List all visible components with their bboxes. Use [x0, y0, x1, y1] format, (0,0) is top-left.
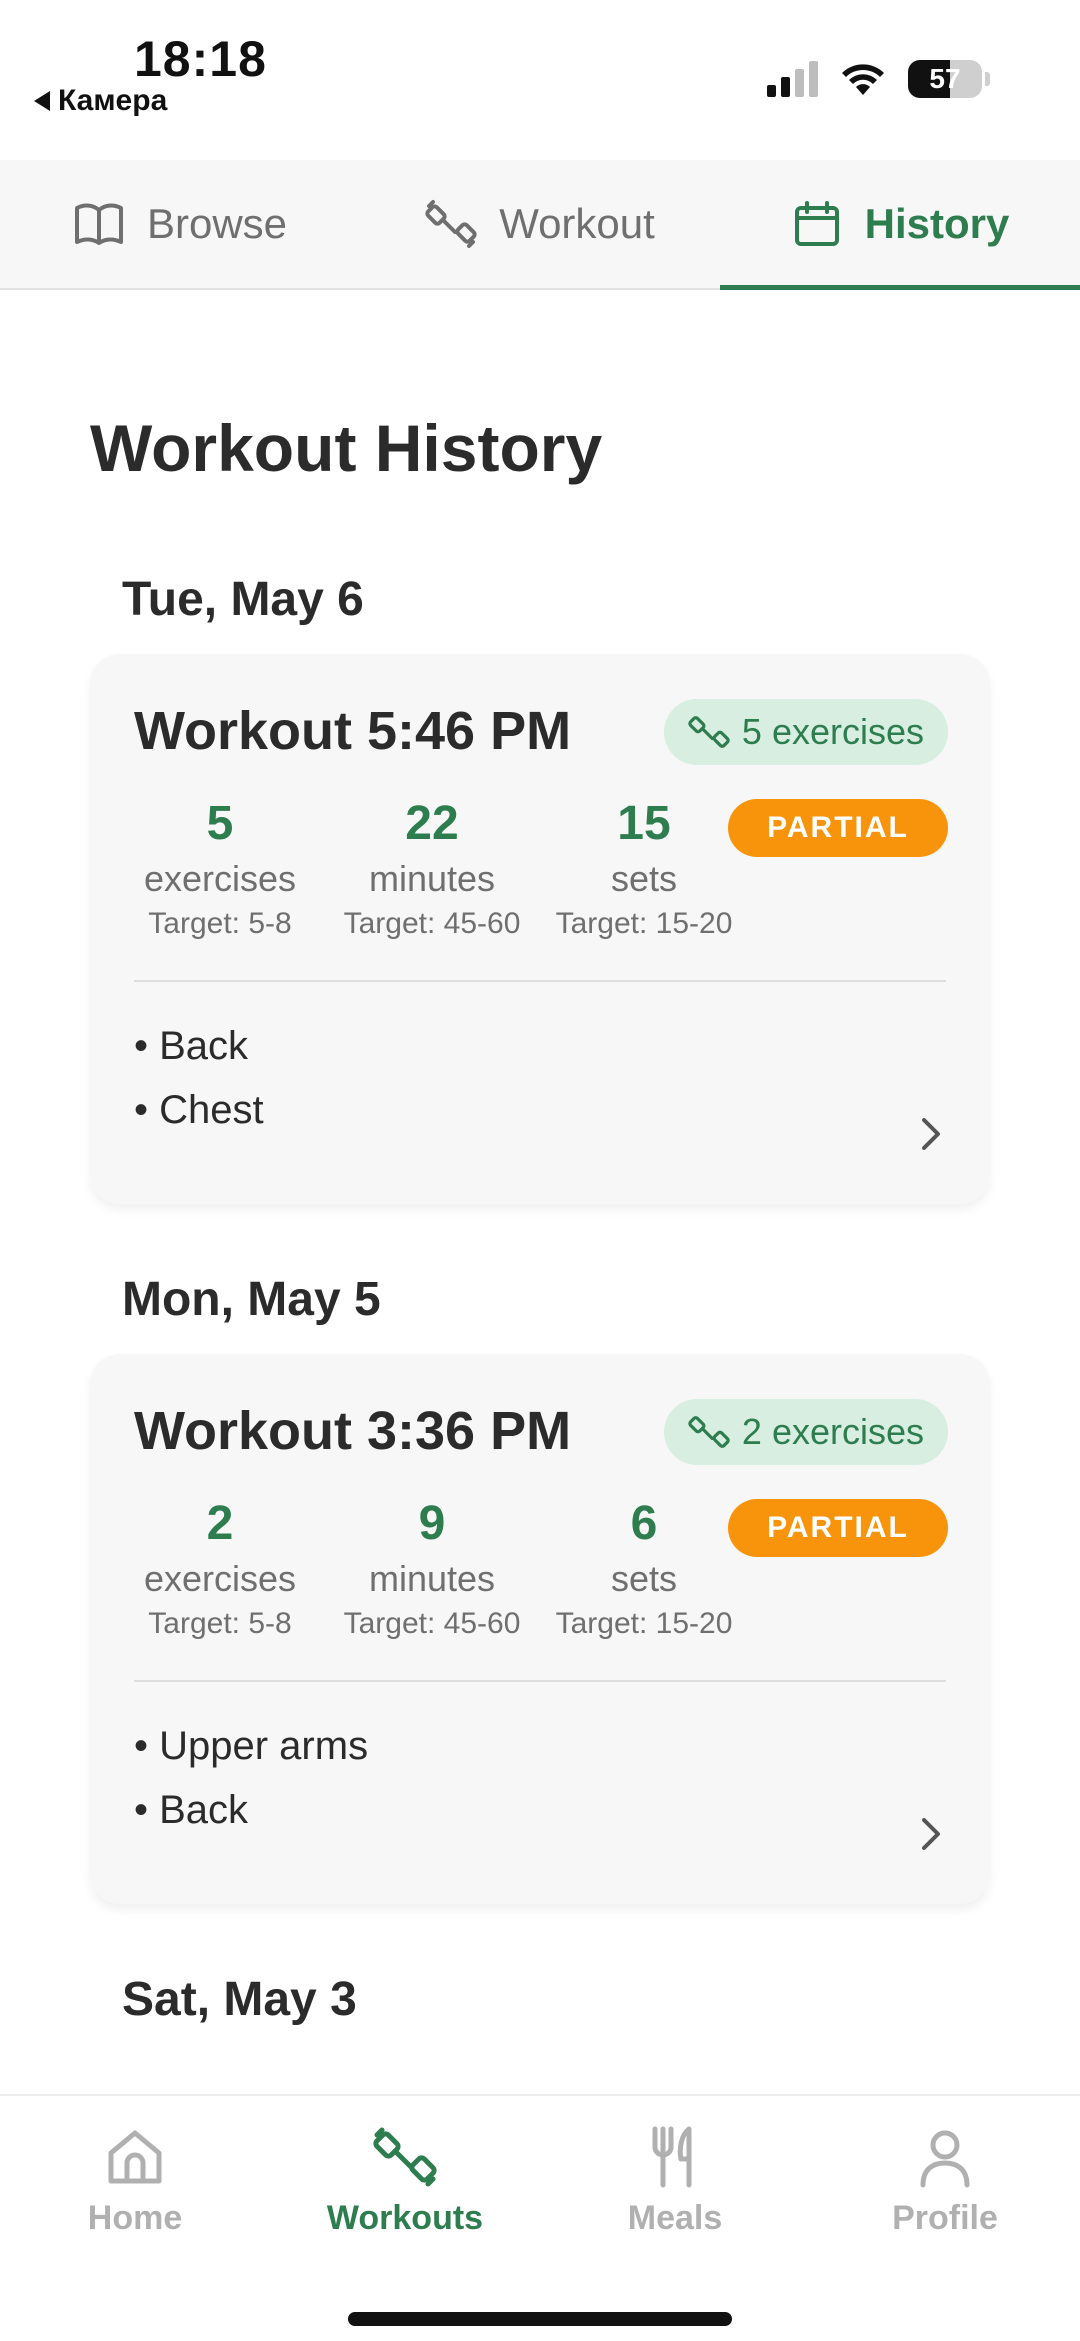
battery-icon: 57	[908, 60, 990, 98]
divider	[134, 1680, 946, 1682]
stat-label: minutes	[368, 858, 496, 899]
dumbbell-icon	[688, 716, 730, 748]
divider	[134, 980, 946, 982]
fork-knife-icon	[652, 2126, 692, 2187]
dumbbell-icon	[373, 2127, 437, 2186]
stat-target: Target: 5-8	[148, 907, 292, 940]
muscle-group-item: • Chest	[134, 1088, 264, 1132]
stat-label: exercises	[143, 1558, 297, 1599]
tab-workout-label: Workout	[499, 200, 655, 247]
stat-target: Target: 45-60	[343, 1607, 521, 1640]
stat-value: 6	[630, 1497, 658, 1550]
muscle-group-item: • Back	[134, 1024, 249, 1068]
bottom-nav: Home Workouts Meals Profile	[0, 2094, 1080, 2341]
exercise-count-badge: 2 exercises	[663, 1399, 948, 1465]
workout-card[interactable]: Workout 3:36 PM 2 exercises PARTIAL 2 ex…	[90, 1354, 990, 1904]
calendar-icon	[794, 201, 839, 246]
status-badge: PARTIAL	[728, 799, 948, 857]
nav-home[interactable]: Home	[0, 2096, 270, 2246]
stat-label: sets	[610, 858, 678, 899]
date-heading: Mon, May 5	[122, 1273, 381, 1326]
tab-browse[interactable]: Browse	[0, 160, 360, 288]
stat-label: sets	[610, 1558, 678, 1599]
stat-target: Target: 5-8	[148, 1607, 292, 1640]
stat-target: Target: 15-20	[555, 1607, 733, 1640]
status-badge: PARTIAL	[728, 1499, 948, 1557]
tab-browse-label: Browse	[146, 200, 288, 247]
stat-value: 5	[206, 797, 234, 850]
status-indicators: 57	[767, 60, 990, 98]
nav-home-label: Home	[87, 2198, 183, 2237]
stat-minutes: 9 minutes Target: 45-60	[322, 1494, 542, 1644]
battery-level: 57	[929, 63, 961, 94]
workout-title: Workout 3:36 PM	[134, 1401, 572, 1461]
status-time: 18:18	[134, 31, 267, 87]
wifi-icon	[842, 64, 884, 95]
chevron-right-icon[interactable]	[916, 1114, 946, 1154]
dumbbell-icon	[425, 200, 477, 248]
tab-history[interactable]: History	[720, 160, 1080, 290]
home-icon	[108, 2130, 162, 2183]
exercise-count-badge: 5 exercises	[663, 699, 948, 765]
muscle-group-list: • Upper arms • Back	[134, 1714, 368, 1842]
exercise-count-label: 2 exercises	[741, 1411, 924, 1452]
stat-sets: 6 sets Target: 15-20	[534, 1494, 754, 1644]
stat-value: 22	[405, 797, 459, 850]
stat-target: Target: 15-20	[555, 907, 733, 940]
stat-value: 15	[617, 797, 671, 850]
workout-card[interactable]: Workout 5:46 PM 5 exercises PARTIAL 5 ex…	[90, 654, 990, 1204]
workout-title: Workout 5:46 PM	[134, 701, 572, 761]
tab-history-label: History	[864, 200, 1010, 247]
dumbbell-icon	[688, 1416, 730, 1448]
home-indicator[interactable]	[348, 2312, 732, 2326]
muscle-group-item: • Upper arms	[134, 1724, 369, 1768]
nav-profile[interactable]: Profile	[810, 2096, 1080, 2246]
stat-target: Target: 45-60	[343, 907, 521, 940]
nav-workouts-label: Workouts	[326, 2198, 484, 2237]
nav-meals-label: Meals	[627, 2198, 723, 2237]
person-icon	[920, 2130, 970, 2187]
cellular-signal-icon	[767, 61, 818, 97]
page-title: Workout History	[90, 411, 603, 485]
tab-workout[interactable]: Workout	[360, 160, 720, 288]
stat-value: 2	[206, 1497, 234, 1550]
stat-label: minutes	[368, 1558, 496, 1599]
stat-sets: 15 sets Target: 15-20	[534, 794, 754, 944]
date-heading: Tue, May 6	[122, 573, 364, 626]
date-heading: Sat, May 3	[122, 1973, 357, 2026]
chevron-right-icon[interactable]	[916, 1814, 946, 1854]
status-bar: 18:18 Камера 57	[0, 0, 1080, 160]
nav-workouts[interactable]: Workouts	[270, 2096, 540, 2246]
back-to-app-link[interactable]: Камера	[34, 84, 167, 118]
stat-label: exercises	[143, 858, 297, 899]
muscle-group-list: • Back • Chest	[134, 1014, 264, 1142]
exercise-count-label: 5 exercises	[741, 711, 924, 752]
back-app-label: Камера	[58, 84, 168, 117]
top-tab-bar: Browse Workout History	[0, 160, 1080, 290]
nav-profile-label: Profile	[892, 2198, 998, 2237]
muscle-group-item: • Back	[134, 1788, 249, 1832]
book-icon	[74, 203, 123, 245]
stat-value: 9	[418, 1497, 446, 1550]
stat-exercises: 5 exercises Target: 5-8	[110, 794, 330, 944]
stat-minutes: 22 minutes Target: 45-60	[322, 794, 542, 944]
nav-meals[interactable]: Meals	[540, 2096, 810, 2246]
stat-exercises: 2 exercises Target: 5-8	[110, 1494, 330, 1644]
back-arrow-icon	[34, 91, 50, 111]
